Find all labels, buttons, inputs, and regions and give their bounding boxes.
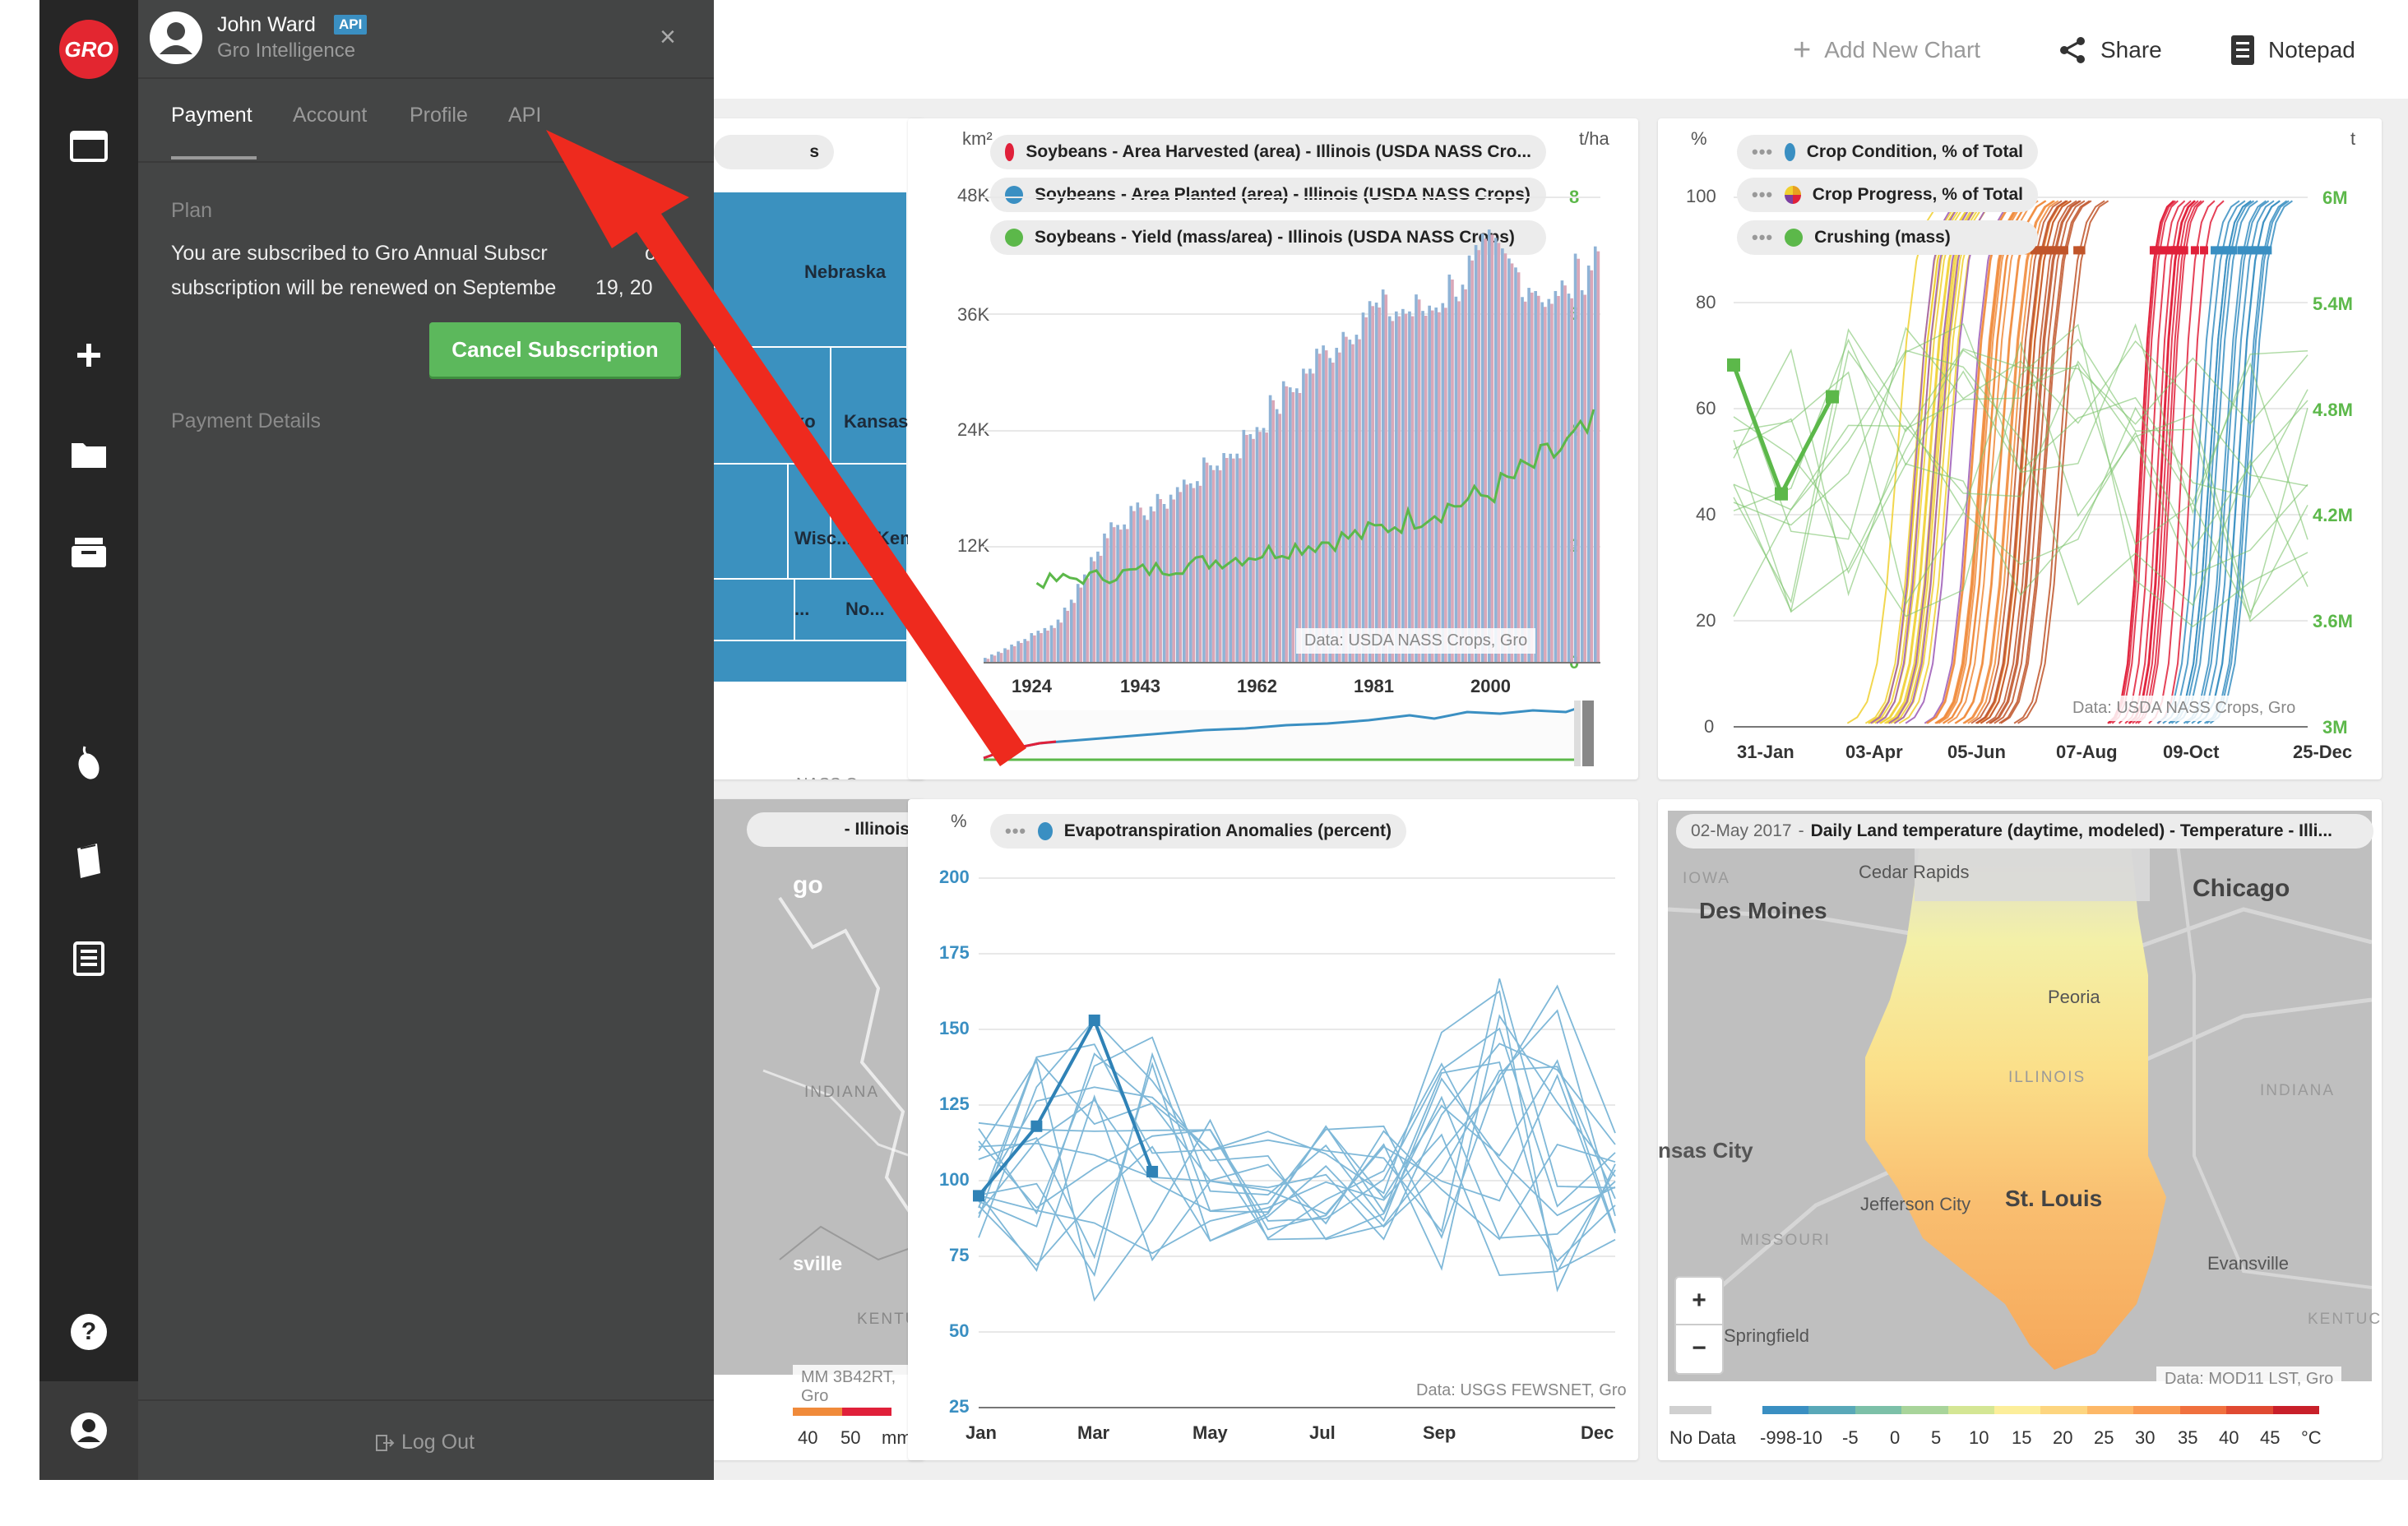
annotation-arrow [546, 130, 1026, 766]
arrow-shape [546, 130, 1026, 766]
